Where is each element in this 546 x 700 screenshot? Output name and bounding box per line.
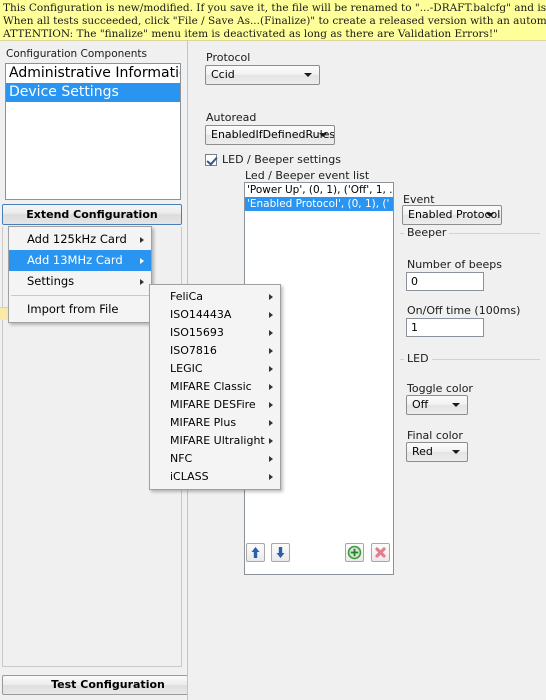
menu-item-label: Add 13MHz Card: [27, 253, 123, 267]
submenu-item-label: ISO14443A: [170, 308, 232, 321]
event-list-label: Led / Beeper event list: [245, 169, 370, 182]
chevron-down-icon: [486, 213, 494, 217]
submenu-item-iso15693[interactable]: ISO15693: [150, 324, 280, 342]
list-item-device-settings[interactable]: Device Settings: [6, 83, 180, 102]
submenu-item-mifare-desfire[interactable]: MIFARE DESFire: [150, 396, 280, 414]
arrow-down-icon: [276, 547, 285, 558]
led-beeper-settings-checkbox[interactable]: [205, 153, 217, 166]
add-icon: [347, 545, 362, 560]
arrow-up-icon: [251, 547, 260, 558]
submenu-item-label: NFC: [170, 452, 193, 465]
autoread-selected-value: EnabledIfDefinedRules: [211, 128, 335, 141]
list-item-enabled-protocol[interactable]: 'Enabled Protocol', (0, 1), (' ...: [245, 197, 393, 211]
chevron-right-icon: [269, 312, 273, 318]
submenu-item-nfc[interactable]: NFC: [150, 450, 280, 468]
submenu-item-label: MIFARE Classic: [170, 380, 252, 393]
toggle-color-label: Toggle color: [407, 382, 473, 395]
submenu-item-label: MIFARE Plus: [170, 416, 237, 429]
led-beeper-settings-label: LED / Beeper settings: [222, 153, 341, 166]
delete-event-button[interactable]: [371, 543, 390, 562]
chevron-right-icon: [269, 420, 273, 426]
delete-icon: [375, 547, 386, 558]
extend-configuration-button[interactable]: Extend Configuration: [2, 204, 182, 225]
chevron-right-icon: [269, 330, 273, 336]
chevron-right-icon: [269, 438, 273, 444]
submenu-item-label: LEGIC: [170, 362, 203, 375]
warning-banner-line-1: This Configuration is new/modified. If y…: [3, 2, 546, 14]
chevron-down-icon: [319, 133, 327, 137]
menu-item-import-from-file[interactable]: Import from File: [9, 299, 151, 320]
protocol-label: Protocol: [206, 51, 251, 64]
add-event-button[interactable]: [345, 543, 364, 562]
toggle-color-selected-value: Off: [412, 398, 429, 411]
chevron-down-icon: [304, 73, 312, 77]
menu-item-add-125khz-card[interactable]: Add 125kHz Card: [9, 229, 151, 250]
chevron-right-icon: [269, 402, 273, 408]
submenu-item-mifare-ultralight[interactable]: MIFARE Ultralight: [150, 432, 280, 450]
final-color-select[interactable]: Red: [406, 442, 468, 462]
led-group-title: LED: [404, 352, 432, 365]
beeper-group-title: Beeper: [404, 226, 450, 239]
chevron-right-icon: [269, 294, 273, 300]
chevron-right-icon: [269, 384, 273, 390]
led-beeper-settings-checkbox-row[interactable]: LED / Beeper settings: [205, 153, 341, 166]
chevron-down-icon: [452, 450, 460, 454]
menu-item-settings[interactable]: Settings: [9, 271, 151, 292]
menu-item-label: Add 125kHz Card: [27, 232, 127, 246]
move-event-up-button[interactable]: [246, 543, 265, 562]
toggle-color-select[interactable]: Off: [406, 395, 468, 415]
submenu-item-label: MIFARE Ultralight: [170, 434, 265, 447]
chevron-right-icon: [140, 257, 144, 264]
test-configuration-button[interactable]: Test Configuration: [2, 675, 214, 695]
onoff-time-input[interactable]: 1: [406, 318, 484, 337]
move-event-down-button[interactable]: [271, 543, 290, 562]
chevron-down-icon: [452, 403, 460, 407]
configuration-components-label: Configuration Components: [6, 48, 147, 60]
submenu-item-mifare-classic[interactable]: MIFARE Classic: [150, 378, 280, 396]
autoread-label: Autoread: [206, 111, 257, 124]
chevron-right-icon: [140, 278, 144, 285]
chevron-right-icon: [140, 236, 144, 243]
submenu-item-label: ISO7816: [170, 344, 217, 357]
workspace: Configuration Components Administrative …: [0, 41, 546, 700]
warning-banner-line-2: When all tests succeeded, click "File / …: [3, 15, 546, 27]
warning-banner-line-3: ATTENTION: The "finalize" menu item is d…: [3, 28, 498, 40]
chevron-right-icon: [269, 348, 273, 354]
onoff-time-label: On/Off time (100ms): [407, 304, 521, 317]
menu-item-label: Import from File: [27, 302, 119, 316]
protocol-select[interactable]: Ccid: [205, 65, 320, 85]
configuration-components-list[interactable]: Administrative Information Device Settin…: [5, 63, 181, 200]
protocol-selected-value: Ccid: [211, 68, 235, 81]
warning-banner: This Configuration is new/modified. If y…: [0, 0, 546, 41]
submenu-item-felica[interactable]: FeliCa: [150, 288, 280, 306]
submenu-item-iso7816[interactable]: ISO7816: [150, 342, 280, 360]
menu-item-label: Settings: [27, 274, 75, 288]
list-item-power-up[interactable]: 'Power Up', (0, 1), ('Off', 1, ...: [245, 183, 393, 197]
submenu-item-legic[interactable]: LEGIC: [150, 360, 280, 378]
submenu-item-label: ISO15693: [170, 326, 224, 339]
menu-separator: [11, 295, 149, 296]
final-color-label: Final color: [407, 429, 463, 442]
submenu-item-label: iCLASS: [170, 470, 209, 483]
number-of-beeps-input[interactable]: 0: [406, 272, 484, 291]
submenu-item-label: MIFARE DESFire: [170, 398, 256, 411]
chevron-right-icon: [269, 366, 273, 372]
submenu-item-iso14443a[interactable]: ISO14443A: [150, 306, 280, 324]
autoread-select[interactable]: EnabledIfDefinedRules: [205, 125, 335, 145]
submenu-item-label: FeliCa: [170, 290, 204, 303]
chevron-right-icon: [269, 474, 273, 480]
menu-item-add-13mhz-card[interactable]: Add 13MHz Card: [9, 250, 151, 271]
add-13mhz-card-submenu[interactable]: FeliCa ISO14443A ISO15693 ISO7816 LEGIC …: [149, 284, 281, 490]
extend-configuration-context-menu[interactable]: Add 125kHz Card Add 13MHz Card Settings …: [8, 226, 152, 323]
chevron-right-icon: [269, 456, 273, 462]
submenu-item-iclass[interactable]: iCLASS: [150, 468, 280, 486]
number-of-beeps-label: Number of beeps: [407, 258, 503, 271]
final-color-selected-value: Red: [412, 445, 433, 458]
event-select[interactable]: Enabled Protocol: [402, 205, 502, 225]
list-item-administrative-information[interactable]: Administrative Information: [6, 64, 180, 83]
submenu-item-mifare-plus[interactable]: MIFARE Plus: [150, 414, 280, 432]
